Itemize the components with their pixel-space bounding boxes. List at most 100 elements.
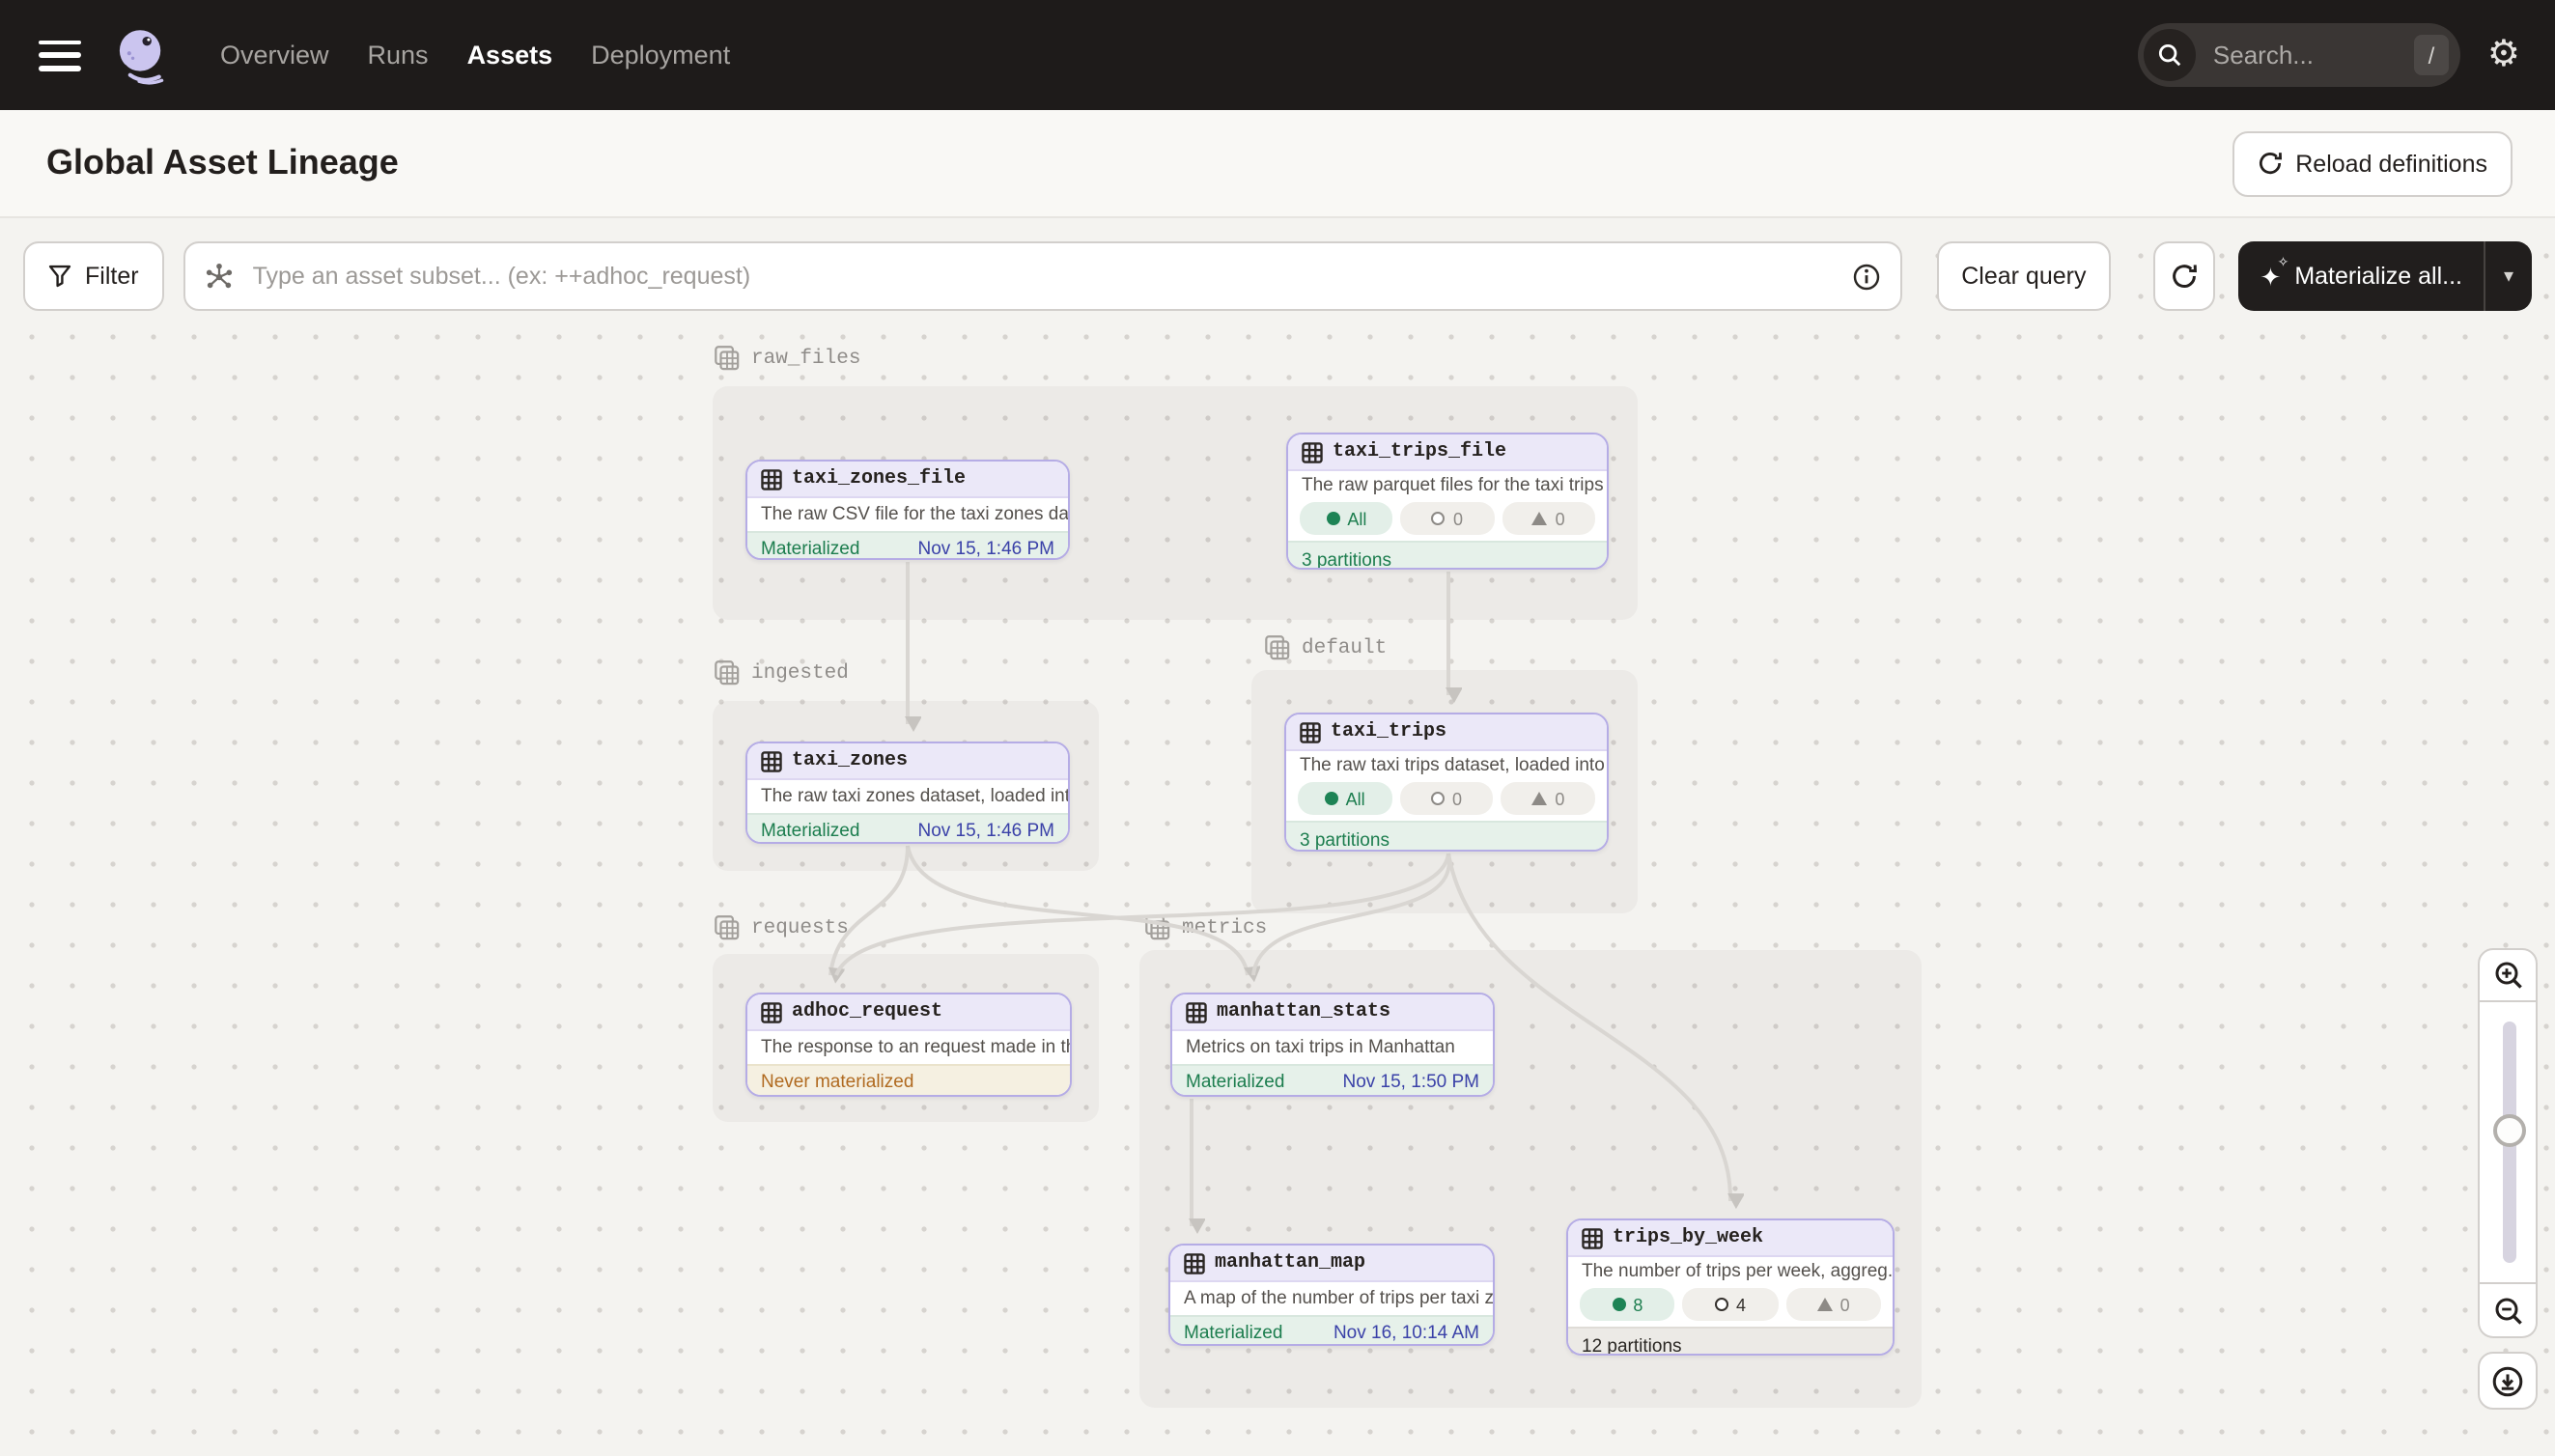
zoom-slider-thumb[interactable] [2492, 1114, 2525, 1147]
partitions-count: 3 partitions [1300, 829, 1390, 851]
top-nav: Overview Runs Assets Deployment / ⚙ [0, 0, 2555, 110]
materialization-timestamp[interactable]: Nov 15, 1:46 PM [917, 821, 1054, 842]
materialization-timestamp[interactable]: Nov 15, 1:46 PM [917, 539, 1054, 560]
nav-link-runs[interactable]: Runs [368, 41, 429, 70]
download-circle-icon [2491, 1364, 2524, 1397]
asset-description: The raw CSV file for the taxi zones dat.… [747, 498, 1068, 531]
clear-query-button[interactable]: Clear query [1936, 241, 2111, 311]
table-icon [761, 750, 782, 771]
status-badge: Materialized [1184, 1323, 1282, 1344]
asset-node-taxi-trips-file[interactable]: taxi_trips_file The raw parquet files fo… [1286, 433, 1609, 570]
materialized-partitions-pill[interactable]: All [1300, 502, 1393, 535]
zoom-in-button[interactable] [2478, 948, 2538, 1002]
global-search[interactable]: / [2138, 23, 2460, 87]
dot-icon [1326, 512, 1339, 525]
nav-right: / ⚙ [2138, 23, 2555, 87]
download-image-button[interactable] [2478, 1352, 2538, 1410]
asset-node-manhattan-stats[interactable]: manhattan_stats Metrics on taxi trips in… [1170, 993, 1495, 1097]
page-title: Global Asset Lineage [46, 143, 399, 183]
filter-button[interactable]: Filter [23, 241, 164, 311]
funnel-icon [48, 265, 71, 288]
status-badge: Never materialized [761, 1072, 913, 1093]
partition-health-pills: All 0 0 [1286, 782, 1607, 815]
asset-footer: 3 partitions [1286, 821, 1607, 852]
group-icon [1145, 915, 1170, 940]
failed-partitions-pill[interactable]: 0 [1399, 782, 1493, 815]
group-label-ingested[interactable]: ingested [715, 660, 849, 686]
asset-node-taxi-zones-file[interactable]: taxi_zones_file The raw CSV file for the… [745, 460, 1070, 560]
zoom-out-button[interactable] [2478, 1284, 2538, 1338]
group-label-requests[interactable]: requests [715, 915, 849, 940]
missing-partitions-pill[interactable]: 0 [1502, 502, 1595, 535]
failed-partitions-pill[interactable]: 0 [1401, 502, 1495, 535]
info-icon[interactable] [1851, 262, 1880, 291]
menu-icon[interactable] [39, 40, 81, 70]
materialization-timestamp[interactable]: Nov 16, 10:14 AM [1334, 1323, 1479, 1344]
asset-description: The response to an request made in th... [747, 1031, 1070, 1064]
sparkle-icon: ✦✧ [2260, 264, 2282, 289]
table-icon [1186, 1001, 1207, 1022]
missing-partitions-pill[interactable]: 0 [1502, 782, 1595, 815]
missing-partitions-pill[interactable]: 0 [1785, 1288, 1881, 1321]
materialize-dropdown-caret[interactable]: ▾ [2485, 241, 2532, 311]
table-icon [1302, 441, 1323, 462]
materialize-all-button[interactable]: ✦✧ Materialize all... ▾ [2239, 241, 2533, 311]
dot-icon [1325, 792, 1338, 805]
asset-description: The raw parquet files for the taxi trips… [1288, 471, 1607, 500]
nav-link-deployment[interactable]: Deployment [591, 41, 730, 70]
failed-partitions-pill[interactable]: 4 [1683, 1288, 1779, 1321]
triangle-icon [1532, 512, 1548, 525]
asset-footer: 3 partitions [1288, 541, 1607, 570]
dagster-logo-icon[interactable] [112, 26, 170, 84]
materialization-timestamp[interactable]: Nov 15, 1:50 PM [1342, 1072, 1479, 1093]
asset-node-taxi-zones[interactable]: taxi_zones The raw taxi zones dataset, l… [745, 742, 1070, 844]
asset-description: Metrics on taxi trips in Manhattan [1172, 1031, 1493, 1064]
nav-link-overview[interactable]: Overview [220, 41, 329, 70]
asset-query-input[interactable] [249, 261, 1837, 292]
asset-name: adhoc_request [792, 1001, 942, 1022]
asset-description: The number of trips per week, aggreg... [1568, 1257, 1893, 1286]
partition-health-pills: All 0 0 [1288, 502, 1607, 535]
asset-name: trips_by_week [1613, 1227, 1763, 1248]
dot-icon [1612, 1298, 1625, 1311]
asset-footer: Materialized Nov 15, 1:50 PM [1172, 1064, 1493, 1097]
materialized-partitions-pill[interactable]: All [1298, 782, 1391, 815]
asset-footer: 12 partitions [1568, 1327, 1893, 1356]
asset-node-manhattan-map[interactable]: manhattan_map A map of the number of tri… [1168, 1244, 1495, 1346]
group-icon [1265, 635, 1290, 660]
asset-graph-icon [205, 262, 234, 291]
table-icon [761, 468, 782, 490]
nav-link-assets[interactable]: Assets [467, 41, 553, 70]
group-label-raw-files[interactable]: raw_files [715, 346, 860, 371]
asset-description: The raw taxi trips dataset, loaded into … [1286, 751, 1607, 780]
magnifier-plus-icon [2492, 960, 2523, 991]
lineage-canvas[interactable]: Filter Clear query ✦✧ Materialize all... [0, 218, 2555, 1456]
asset-node-trips-by-week[interactable]: trips_by_week The number of trips per we… [1566, 1218, 1895, 1356]
partition-health-pills: 8 4 0 [1568, 1288, 1893, 1321]
group-icon [715, 660, 740, 686]
materialized-partitions-pill[interactable]: 8 [1580, 1288, 1675, 1321]
gear-icon[interactable]: ⚙ [2487, 37, 2520, 73]
table-icon [761, 1001, 782, 1022]
asset-node-adhoc-request[interactable]: adhoc_request The response to an request… [745, 993, 1072, 1097]
group-label-default[interactable]: default [1265, 635, 1387, 660]
table-icon [1582, 1227, 1603, 1248]
dagster-app: Overview Runs Assets Deployment / ⚙ Glob… [0, 0, 2555, 1456]
group-icon [715, 915, 740, 940]
asset-name: manhattan_map [1215, 1252, 1365, 1274]
asset-footer: Materialized Nov 15, 1:46 PM [747, 813, 1068, 844]
reload-definitions-button[interactable]: Reload definitions [2232, 130, 2513, 196]
group-label-metrics[interactable]: metrics [1145, 915, 1267, 940]
asset-description: The raw taxi zones dataset, loaded int..… [747, 780, 1068, 813]
refresh-button[interactable] [2154, 241, 2216, 311]
ring-icon [1715, 1298, 1728, 1311]
lineage-toolbar: Filter Clear query ✦✧ Materialize all... [23, 241, 2532, 311]
asset-node-taxi-trips[interactable]: taxi_trips The raw taxi trips dataset, l… [1284, 713, 1609, 852]
search-input[interactable] [2209, 39, 2414, 71]
asset-query-field [183, 241, 1902, 311]
asset-footer: Materialized Nov 16, 10:14 AM [1170, 1315, 1493, 1346]
refresh-icon [2172, 263, 2199, 290]
asset-name: taxi_trips [1331, 721, 1446, 742]
asset-name: taxi_trips_file [1333, 441, 1506, 462]
asset-description: A map of the number of trips per taxi z.… [1170, 1282, 1493, 1315]
